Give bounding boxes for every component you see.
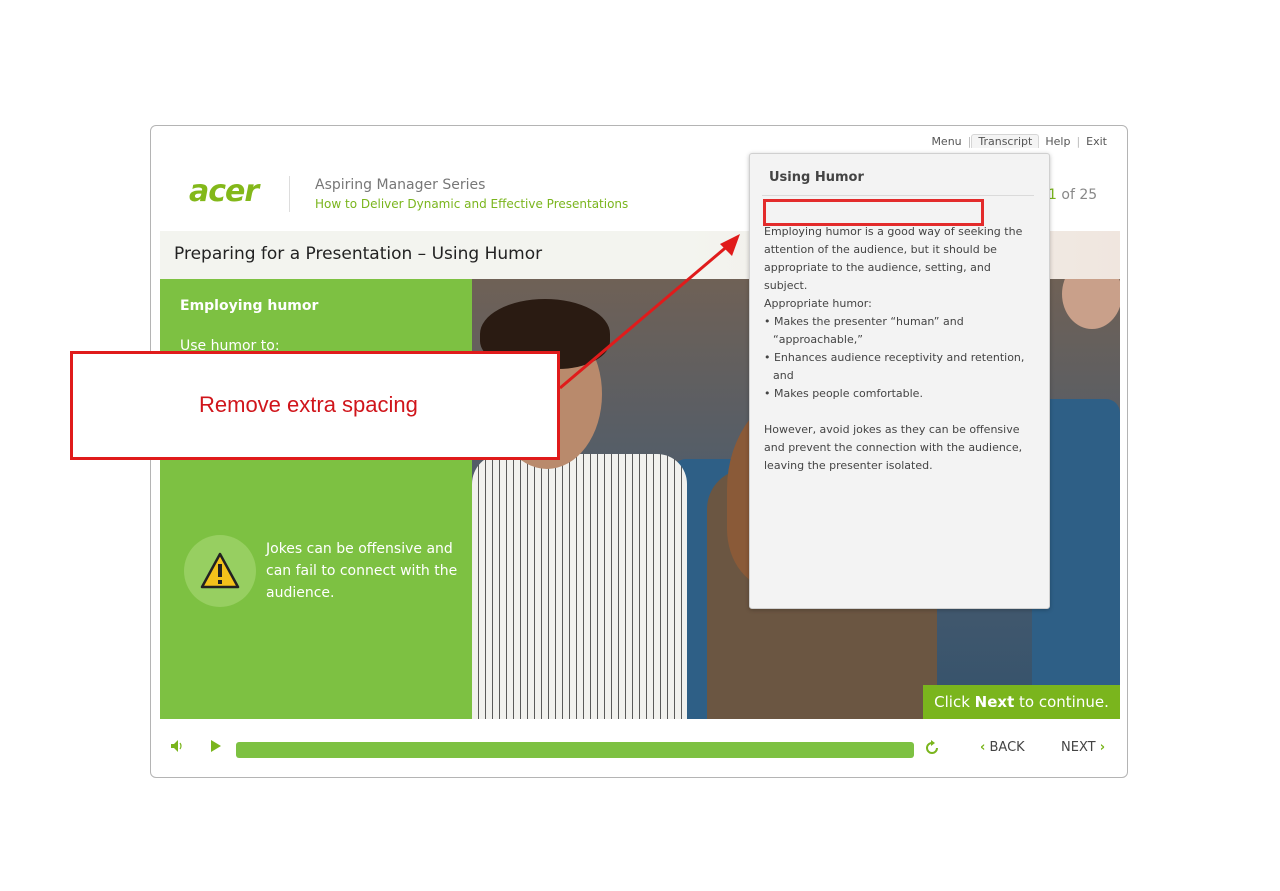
callout-text: Remove extra spacing (199, 392, 418, 417)
annotation-callout: Remove extra spacing (70, 351, 560, 460)
